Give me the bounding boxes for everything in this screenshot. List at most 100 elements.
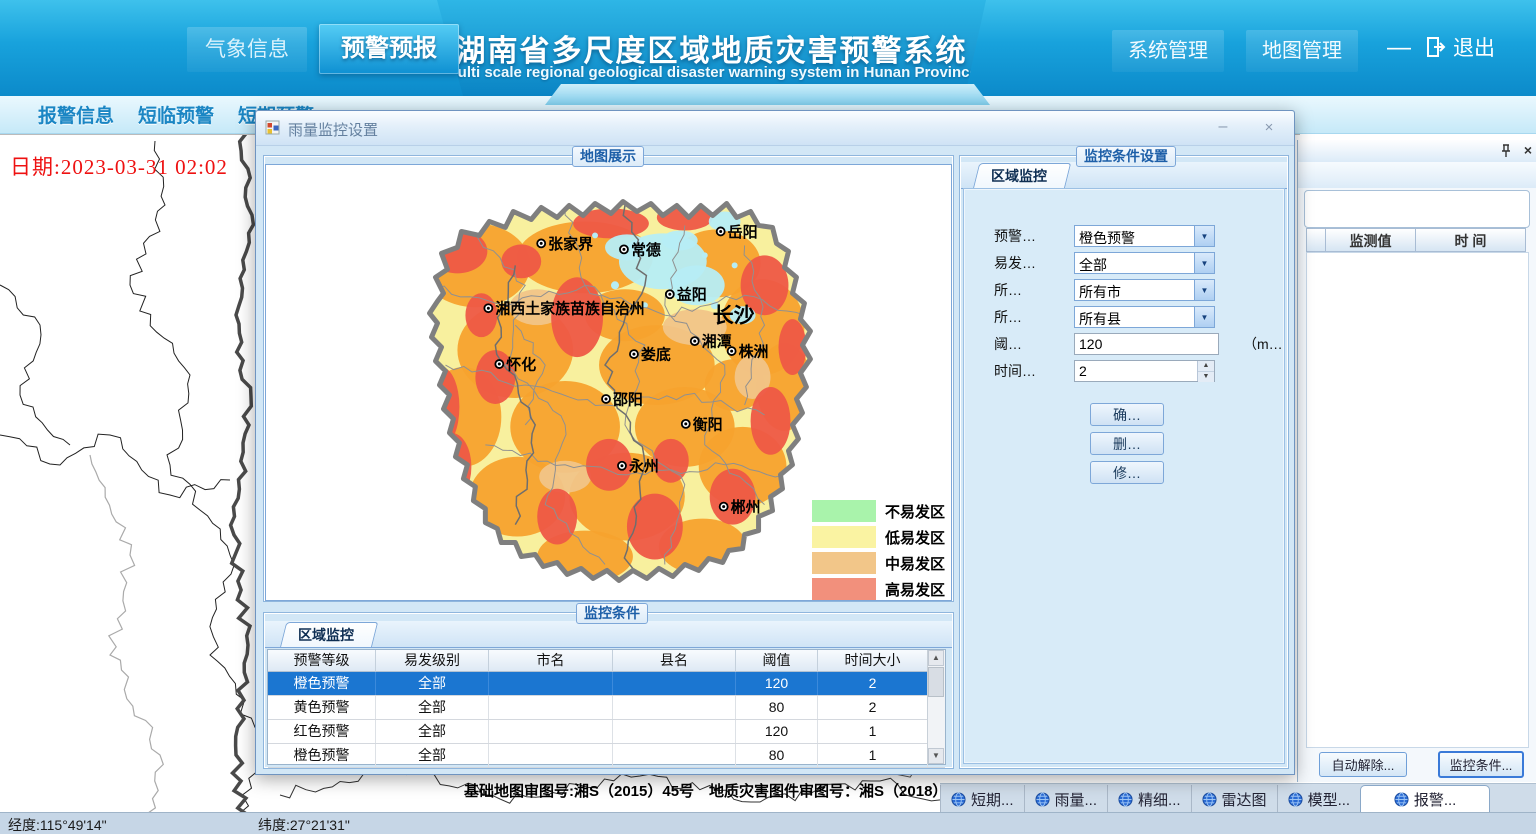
table-col-0[interactable]: 预警等级: [268, 650, 376, 672]
field-label: 所…: [994, 280, 1074, 300]
dock-column-stub: [1306, 228, 1326, 252]
header-nav-left: 气象信息预警预报: [187, 24, 459, 74]
legend-swatch: [812, 552, 876, 574]
field-label: 所…: [994, 307, 1074, 327]
header-tab-weather-info[interactable]: 气象信息: [187, 27, 307, 72]
exit-door-icon: [1425, 36, 1447, 58]
delete-button[interactable]: 删…: [1090, 432, 1164, 455]
bottom-taskbar: 短期...雨量...精细...雷达图模型...报警...: [940, 783, 1536, 813]
chevron-down-icon[interactable]: ▼: [1194, 226, 1214, 246]
field-row-3: 所…所有县▼: [994, 306, 1283, 328]
dock-column-0[interactable]: 监测值: [1326, 228, 1416, 252]
city-label: 湘西土家族苗族自治州: [495, 300, 644, 318]
pin-icon[interactable]: [1498, 143, 1514, 159]
exit-button[interactable]: 退出: [1425, 28, 1495, 66]
chevron-down-icon[interactable]: ▼: [1194, 253, 1214, 273]
table-col-3[interactable]: 县名: [613, 650, 736, 672]
dock-list-area[interactable]: [1306, 252, 1529, 748]
dock-column-1[interactable]: 时 间: [1416, 228, 1526, 252]
table-col-2[interactable]: 市名: [489, 650, 613, 672]
condition-table-header: 预警等级易发级别市名县名阈值时间大小: [268, 650, 945, 672]
taskbar-tab-4[interactable]: 模型...: [1277, 785, 1361, 813]
tab-area-monitor-settings[interactable]: 区域监控: [973, 163, 1065, 188]
dock-toolbar: [1298, 162, 1536, 188]
field-label: 易发…: [994, 253, 1074, 273]
table-row[interactable]: 黄色预警全部802: [268, 696, 945, 720]
taskbar-tab-3[interactable]: 雷达图: [1191, 785, 1277, 813]
condition-group-label: 监控条件: [576, 603, 648, 624]
dock-close-icon[interactable]: ×: [1520, 141, 1536, 159]
auto-release-button[interactable]: 自动解除...: [1319, 752, 1407, 777]
chevron-down-icon[interactable]: ▼: [1194, 307, 1214, 327]
globe-icon: [1118, 792, 1133, 807]
dialog-minimize-button[interactable]: –: [1208, 117, 1238, 139]
spinner-down-icon[interactable]: ▼: [1198, 372, 1214, 382]
taskbar-tab-5[interactable]: 报警...: [1360, 785, 1490, 813]
confirm-button[interactable]: 确…: [1090, 403, 1164, 426]
settings-group: 区域监控 预警…橙色预警▼易发…全部▼所…所有市▼所…所有县▼阈…（m…时间…2…: [959, 155, 1289, 769]
city-label: 怀化: [506, 356, 536, 374]
threshold-input[interactable]: [1074, 333, 1219, 355]
globe-icon: [951, 792, 966, 807]
taskbar-tab-1[interactable]: 雨量...: [1024, 785, 1108, 813]
scroll-up-icon[interactable]: ▲: [928, 650, 944, 666]
window-minimize-button[interactable]: —: [1383, 30, 1415, 66]
field-select-3[interactable]: 所有县▼: [1074, 306, 1215, 328]
table-col-4[interactable]: 阈值: [736, 650, 818, 672]
header-tab-map-mgmt[interactable]: 地图管理: [1246, 30, 1358, 72]
legend-row-1: 低易发区: [812, 524, 945, 550]
globe-icon: [1035, 792, 1050, 807]
time-spinner[interactable]: 2▲▼: [1074, 360, 1215, 382]
taskbar-tab-2[interactable]: 精细...: [1107, 785, 1191, 813]
dialog-title-bar[interactable]: 雨量监控设置 – ×: [256, 111, 1294, 146]
monitor-condition-button[interactable]: 监控条件...: [1438, 751, 1524, 778]
settings-group-label: 监控条件设置: [1076, 146, 1176, 167]
header-tab-warning-forecast[interactable]: 预警预报: [319, 24, 459, 74]
field-select-1[interactable]: 全部▼: [1074, 252, 1215, 274]
globe-icon: [1394, 792, 1409, 807]
table-row[interactable]: 红色预警全部1201: [268, 720, 945, 744]
city-label: 张家界: [548, 235, 593, 253]
legend-label: 中易发区: [885, 553, 945, 574]
globe-icon: [1202, 792, 1217, 807]
field-row-2: 所…所有市▼: [994, 279, 1283, 301]
tab-area-monitor[interactable]: 区域监控: [280, 622, 372, 647]
table-row[interactable]: 橙色预警全部1202: [268, 672, 945, 696]
dock-filter-box: [1304, 190, 1530, 228]
city-label: 衡阳: [693, 415, 723, 433]
field-select-2[interactable]: 所有市▼: [1074, 279, 1215, 301]
city-label: 常德: [631, 241, 661, 259]
modify-button[interactable]: 修…: [1090, 461, 1164, 484]
table-scrollbar[interactable]: ▲ ▼: [927, 650, 945, 764]
dock-buttons: 自动解除... 监控条件...: [1298, 750, 1536, 780]
legend-label: 高易发区: [885, 579, 945, 600]
map-approval-numbers: 基础地图审图号:湘S（2015）45号 地质灾害图件审图号：湘S（2018）04…: [464, 780, 987, 801]
taskbar-tab-0[interactable]: 短期...: [940, 785, 1024, 813]
legend-label: 不易发区: [885, 501, 945, 522]
scroll-down-icon[interactable]: ▼: [928, 748, 944, 764]
field-row-5: 时间…2▲▼: [994, 360, 1283, 382]
chevron-down-icon[interactable]: ▼: [1194, 280, 1214, 300]
header-tab-system-mgmt[interactable]: 系统管理: [1112, 30, 1224, 72]
scrollbar-thumb[interactable]: [928, 667, 944, 697]
header-banner-decoration: [545, 84, 990, 105]
dialog-close-button[interactable]: ×: [1254, 117, 1284, 139]
map-group-label: 地图展示: [572, 146, 644, 167]
legend-row-0: 不易发区: [812, 498, 945, 524]
field-select-0[interactable]: 橙色预警▼: [1074, 225, 1215, 247]
map-group: 张家界常德岳阳益阳长沙湘西土家族苗族自治州湘潭株洲娄底怀化邵阳衡阳永州郴州 不易…: [263, 155, 954, 602]
field-suffix: （m…: [1243, 334, 1283, 354]
condition-group: 区域监控 预警等级易发级别市名县名阈值时间大小 橙色预警全部1202黄色预警全部…: [263, 612, 954, 769]
table-col-5[interactable]: 时间大小: [818, 650, 928, 672]
form-icon: [265, 120, 281, 136]
spinner-up-icon[interactable]: ▲: [1198, 361, 1214, 372]
table-row[interactable]: 橙色预警全部801: [268, 744, 945, 768]
hunan-hazard-map[interactable]: 张家界常德岳阳益阳长沙湘西土家族苗族自治州湘潭株洲娄底怀化邵阳衡阳永州郴州 不易…: [265, 164, 952, 601]
subnav-item-1[interactable]: 短临预警: [138, 101, 214, 128]
settings-buttons: 确… 删… 修…: [1090, 403, 1164, 484]
field-row-1: 易发…全部▼: [994, 252, 1283, 274]
settings-panel: 预警…橙色预警▼易发…全部▼所…所有市▼所…所有县▼阈…（m…时间…2▲▼ 确……: [963, 188, 1285, 764]
dock-table-header: 监测值时 间: [1306, 228, 1526, 252]
subnav-item-0[interactable]: 报警信息: [38, 101, 114, 128]
table-col-1[interactable]: 易发级别: [376, 650, 489, 672]
